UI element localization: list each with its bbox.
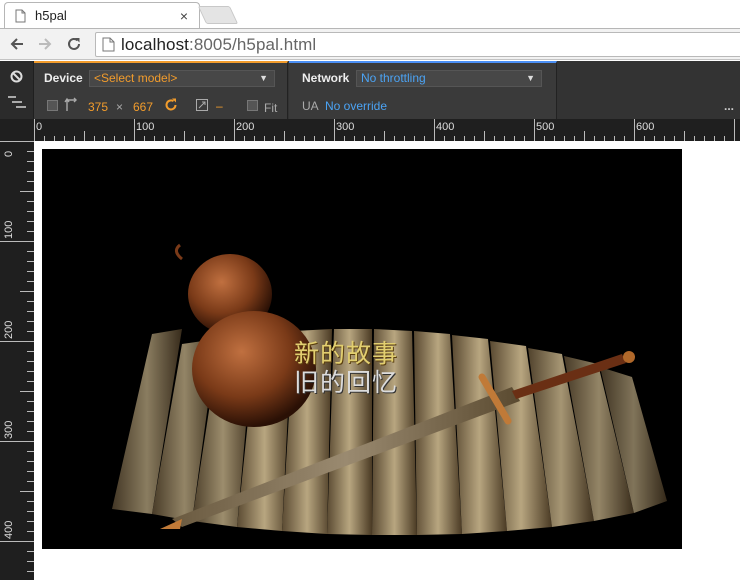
swap-dimensions-icon[interactable] <box>64 97 78 113</box>
network-panel: Network No throttling ▼ UA No override <box>289 61 557 119</box>
reload-button[interactable] <box>63 33 85 55</box>
ruler-corner <box>0 119 34 141</box>
device-select[interactable]: <Select model> ▼ <box>89 70 275 87</box>
v-ruler-label: 100 <box>3 221 15 239</box>
rotate-icon[interactable] <box>164 98 178 112</box>
h-ruler-label: 500 <box>536 121 554 133</box>
forward-arrow-icon <box>39 38 52 50</box>
ua-override-input[interactable]: No override <box>325 99 387 113</box>
devtools-left-controls <box>0 61 34 119</box>
title-line-2: 旧的回忆 <box>294 368 399 397</box>
zoom-icon[interactable] <box>196 99 208 111</box>
v-ruler-label: 200 <box>3 321 15 339</box>
network-select-value: No throttling <box>361 71 426 85</box>
block-icon[interactable] <box>10 70 23 83</box>
emulated-viewport: 新的故事 旧的回忆 <box>34 141 740 580</box>
h-ruler-label: 400 <box>436 121 454 133</box>
browser-tab[interactable]: h5pal × <box>4 2 200 28</box>
v-ruler-label: 400 <box>3 521 15 539</box>
device-label: Device <box>44 71 83 85</box>
height-input[interactable]: 667 <box>133 100 153 114</box>
forward-button[interactable] <box>34 33 56 55</box>
back-arrow-icon <box>10 38 23 50</box>
v-ruler-label: 300 <box>3 421 15 439</box>
page-icon <box>15 9 26 22</box>
game-canvas[interactable]: 新的故事 旧的回忆 <box>42 149 682 549</box>
zoom-value[interactable]: – <box>216 99 223 113</box>
url-path: :8005/h5pal.html <box>189 34 317 54</box>
horizontal-ruler: 0 100 200 300 400 500 600 <box>34 119 740 141</box>
close-tab-icon[interactable]: × <box>177 8 191 24</box>
emulate-checkbox[interactable] <box>47 100 58 111</box>
h-ruler-label: 200 <box>236 121 254 133</box>
browser-toolbar: localhost:8005/h5pal.html <box>0 28 740 60</box>
device-select-value: <Select model> <box>94 71 178 85</box>
times-sign: × <box>116 100 124 114</box>
address-bar[interactable]: localhost:8005/h5pal.html <box>95 32 740 57</box>
width-input[interactable]: 375 <box>88 100 108 114</box>
network-label: Network <box>302 71 350 85</box>
tab-strip: h5pal × <box>0 0 740 28</box>
page-info-icon <box>102 37 115 52</box>
chevron-down-icon: ▼ <box>259 73 268 83</box>
media-query-icon[interactable] <box>8 95 26 109</box>
new-tab-button[interactable] <box>197 6 239 24</box>
title-line-1: 新的故事 <box>294 339 399 368</box>
url-text: localhost:8005/h5pal.html <box>121 35 316 55</box>
h-ruler-label: 600 <box>636 121 654 133</box>
fit-checkbox[interactable] <box>247 100 258 111</box>
chevron-down-icon: ▼ <box>526 73 535 83</box>
tab-title: h5pal <box>35 8 67 23</box>
devtools-device-toolbar: Device <Select model> ▼ 375 × 667 – Fit … <box>0 61 740 119</box>
network-throttling-select[interactable]: No throttling ▼ <box>356 70 542 87</box>
ua-label: UA <box>302 99 319 113</box>
back-button[interactable] <box>6 33 28 55</box>
vertical-ruler: 0 100 200 300 400 <box>0 141 34 580</box>
h-ruler-label: 0 <box>36 121 42 133</box>
device-panel: Device <Select model> ▼ 375 × 667 – Fit <box>34 61 288 119</box>
url-host: localhost <box>121 34 189 54</box>
v-ruler-label: 0 <box>3 151 15 157</box>
more-options-icon[interactable]: ... <box>724 99 734 113</box>
devtools-toolbar-spacer: ... <box>558 61 740 119</box>
h-ruler-label: 300 <box>336 121 354 133</box>
fit-label: Fit <box>264 101 278 115</box>
reload-icon <box>68 37 80 50</box>
h-ruler-label: 100 <box>136 121 154 133</box>
title-text: 新的故事 旧的回忆 <box>294 339 398 397</box>
